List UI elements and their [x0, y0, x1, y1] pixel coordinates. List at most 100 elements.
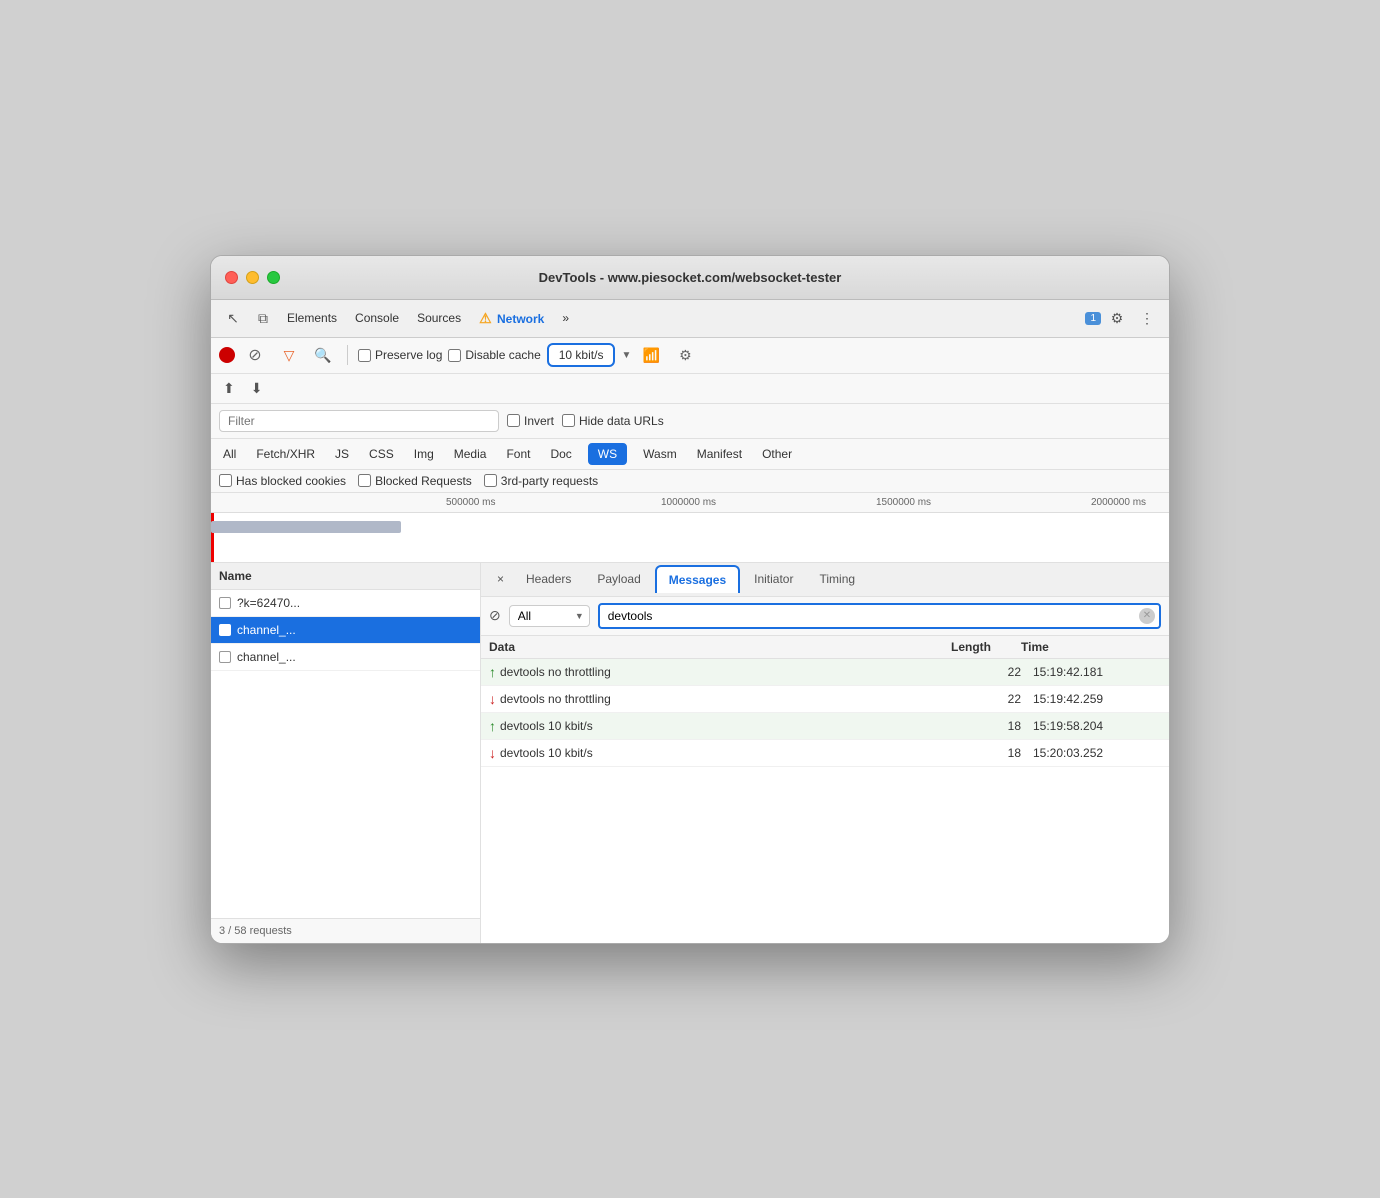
- blocked-requests-label[interactable]: Blocked Requests: [358, 474, 472, 488]
- hide-data-urls-label[interactable]: Hide data URLs: [562, 414, 664, 428]
- request-checkbox-3[interactable]: [219, 651, 231, 663]
- tab-initiator-label: Initiator: [754, 572, 793, 586]
- network-tab[interactable]: ⚠ Network: [471, 306, 552, 331]
- maximize-button[interactable]: [267, 271, 280, 284]
- filter-all[interactable]: All: [219, 445, 240, 463]
- tab-initiator[interactable]: Initiator: [742, 566, 805, 592]
- request-item-1[interactable]: ?k=62470...: [211, 590, 480, 617]
- request-checkbox-2[interactable]: [219, 624, 231, 636]
- search-button[interactable]: 🔍: [309, 341, 337, 369]
- export-button[interactable]: ⬇: [247, 378, 267, 399]
- preserve-log-text: Preserve log: [375, 348, 442, 362]
- filter-wasm[interactable]: Wasm: [639, 445, 681, 463]
- clear-button[interactable]: ⊘: [241, 341, 269, 369]
- more-options-button[interactable]: ⋮: [1133, 304, 1161, 332]
- has-blocked-cookies-label[interactable]: Has blocked cookies: [219, 474, 346, 488]
- warning-icon: ⚠: [479, 310, 492, 326]
- traffic-lights: [225, 271, 280, 284]
- block-icon[interactable]: ⊘: [489, 607, 501, 624]
- filter-button[interactable]: ▽: [275, 341, 303, 369]
- detail-panel: × Headers Payload Messages Initiator Tim…: [481, 563, 1169, 943]
- console-tab[interactable]: Console: [347, 307, 407, 329]
- filter-doc[interactable]: Doc: [546, 445, 575, 463]
- msg-search-input[interactable]: [598, 603, 1161, 629]
- filter-manifest[interactable]: Manifest: [693, 445, 746, 463]
- settings-button[interactable]: ⚙: [1103, 304, 1131, 332]
- requests-spacer: [211, 671, 480, 918]
- col-length-header: Length: [951, 640, 1021, 654]
- filter-other[interactable]: Other: [758, 445, 796, 463]
- message-row-3[interactable]: ↑ devtools 10 kbit/s 18 15:19:58.204: [481, 713, 1169, 740]
- message-row-4[interactable]: ↓ devtools 10 kbit/s 18 15:20:03.252: [481, 740, 1169, 767]
- filter-font[interactable]: Font: [502, 445, 534, 463]
- clear-icon: ⊘: [248, 345, 261, 365]
- cursor-tool-button[interactable]: ↖: [219, 304, 247, 332]
- invert-checkbox[interactable]: [507, 414, 520, 427]
- more-tabs-button[interactable]: »: [554, 307, 577, 329]
- preserve-log-checkbox[interactable]: [358, 349, 371, 362]
- record-button[interactable]: [219, 347, 235, 363]
- disable-cache-checkbox[interactable]: [448, 349, 461, 362]
- filter-img[interactable]: Img: [410, 445, 438, 463]
- sources-tab[interactable]: Sources: [409, 307, 469, 329]
- blocked-requests-checkbox[interactable]: [358, 474, 371, 487]
- filter-js[interactable]: JS: [331, 445, 353, 463]
- message-row-2[interactable]: ↓ devtools no throttling 22 15:19:42.259: [481, 686, 1169, 713]
- has-blocked-cookies-checkbox[interactable]: [219, 474, 232, 487]
- has-blocked-cookies-text: Has blocked cookies: [236, 474, 346, 488]
- msg-text-4: devtools 10 kbit/s: [500, 746, 593, 760]
- timeline-marker-4: 2000000 ms: [1091, 497, 1146, 508]
- tab-timing-label: Timing: [819, 572, 855, 586]
- msg-data-1: ↑ devtools no throttling: [489, 664, 951, 680]
- timeline-bar-area: [211, 513, 1169, 563]
- filter-css[interactable]: CSS: [365, 445, 398, 463]
- detail-close-tab[interactable]: ×: [489, 566, 512, 592]
- devtools-body: ⊘ ▽ 🔍 Preserve log Disable cache 10 kbit…: [211, 338, 1169, 943]
- filter-ws[interactable]: WS: [588, 443, 627, 465]
- message-row-1[interactable]: ↑ devtools no throttling 22 15:19:42.181: [481, 659, 1169, 686]
- disable-cache-label[interactable]: Disable cache: [448, 348, 540, 362]
- msg-filter-select[interactable]: All Sent Received: [509, 605, 590, 627]
- titlebar: DevTools - www.piesocket.com/websocket-t…: [211, 256, 1169, 300]
- msg-length-4: 18: [951, 746, 1021, 760]
- detail-tabs: × Headers Payload Messages Initiator Tim…: [481, 563, 1169, 597]
- request-checkbox-1[interactable]: [219, 597, 231, 609]
- timeline-ruler: 500000 ms 1000000 ms 1500000 ms 2000000 …: [211, 493, 1169, 513]
- msg-clear-button[interactable]: ✕: [1139, 608, 1155, 624]
- filter-fetch-xhr[interactable]: Fetch/XHR: [252, 445, 319, 463]
- wifi-settings-button[interactable]: 📶: [637, 341, 665, 369]
- filter-input[interactable]: [219, 410, 499, 432]
- hide-data-urls-checkbox[interactable]: [562, 414, 575, 427]
- minimize-button[interactable]: [246, 271, 259, 284]
- invert-label[interactable]: Invert: [507, 414, 554, 428]
- tab-headers[interactable]: Headers: [514, 566, 583, 592]
- third-party-checkbox[interactable]: [484, 474, 497, 487]
- msg-text-2: devtools no throttling: [500, 692, 611, 706]
- elements-tab[interactable]: Elements: [279, 307, 345, 329]
- msg-time-4: 15:20:03.252: [1021, 746, 1161, 760]
- blocked-requests-text: Blocked Requests: [375, 474, 472, 488]
- msg-time-3: 15:19:58.204: [1021, 719, 1161, 733]
- network-settings-button[interactable]: ⚙: [671, 341, 699, 369]
- throttle-button[interactable]: 10 kbit/s: [547, 343, 616, 367]
- third-party-label[interactable]: 3rd-party requests: [484, 474, 598, 488]
- throttle-dropdown-icon[interactable]: ▼: [621, 350, 631, 361]
- import-button[interactable]: ⬆: [219, 378, 239, 399]
- hide-data-urls-text: Hide data URLs: [579, 414, 664, 428]
- preserve-log-label[interactable]: Preserve log: [358, 348, 442, 362]
- window-title: DevTools - www.piesocket.com/websocket-t…: [539, 270, 842, 285]
- request-item-2[interactable]: channel_...: [211, 617, 480, 644]
- close-button[interactable]: [225, 271, 238, 284]
- tab-timing[interactable]: Timing: [807, 566, 867, 592]
- filter-bar: Invert Hide data URLs: [211, 404, 1169, 439]
- request-item-3[interactable]: channel_...: [211, 644, 480, 671]
- msg-data-4: ↓ devtools 10 kbit/s: [489, 745, 951, 761]
- tab-messages-label: Messages: [669, 573, 726, 587]
- tab-messages[interactable]: Messages: [655, 565, 740, 593]
- arrow-down-icon-4: ↓: [489, 745, 496, 761]
- tab-payload[interactable]: Payload: [585, 566, 652, 592]
- layers-button[interactable]: ⧉: [249, 304, 277, 332]
- requests-header: Name: [211, 563, 480, 590]
- cursor-icon: ↖: [227, 310, 239, 327]
- filter-media[interactable]: Media: [450, 445, 491, 463]
